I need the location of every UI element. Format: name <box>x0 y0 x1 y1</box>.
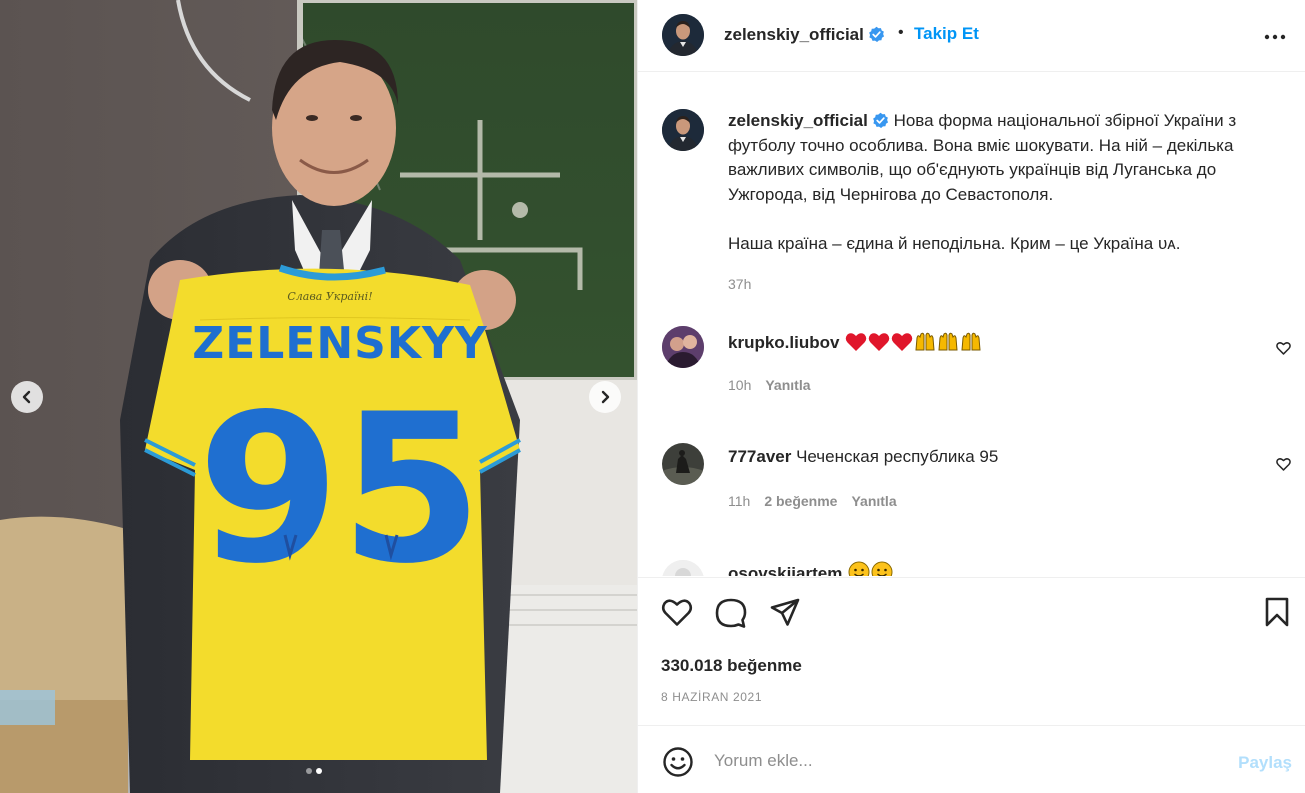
comment-body: osovskiiartem <box>728 561 893 576</box>
save-bookmark-icon[interactable] <box>1265 597 1289 627</box>
red-heart-icon <box>868 333 890 351</box>
like-comment-heart-icon[interactable] <box>1276 341 1291 355</box>
comment-time[interactable]: 11h <box>728 493 750 509</box>
follow-button[interactable]: Takip Et <box>914 24 979 44</box>
author-username[interactable]: zelenskiy_official <box>724 25 864 44</box>
comment-body: krupko.liubov <box>728 330 982 353</box>
chevron-left-icon <box>22 390 31 404</box>
caption-avatar-image <box>662 109 704 151</box>
smiley-icon <box>871 561 893 576</box>
comment-likes-count[interactable]: 2 beğenme <box>764 493 837 509</box>
like-comment-heart-icon[interactable] <box>1276 457 1291 471</box>
caption-username[interactable]: zelenskiy_official <box>728 111 868 130</box>
more-options-icon[interactable] <box>1264 26 1286 48</box>
jersey-number: 95 <box>197 371 482 609</box>
reply-button[interactable]: Yanıtla <box>765 377 810 393</box>
comment-username[interactable]: krupko.liubov <box>728 333 839 352</box>
caption-text-2: Наша країна – єдина й неподільна. Крим –… <box>728 234 1181 253</box>
post-photo: Слава Україні! ZELENSKYY 95 <box>0 0 637 793</box>
commenter-avatar-image <box>662 560 704 576</box>
comment-time[interactable]: 10h <box>728 377 751 393</box>
commenter-avatar-image <box>662 443 704 485</box>
likes-count[interactable]: 330.018 beğenme <box>661 656 802 676</box>
verified-badge-icon <box>868 26 884 43</box>
header-separator: • <box>898 24 904 41</box>
caption-paragraph-1: zelenskiy_official Нова форма національн… <box>728 109 1288 207</box>
chevron-right-icon <box>601 390 610 404</box>
comment-meta: 10h Yanıtla <box>728 377 811 393</box>
author-avatar-image <box>662 14 704 56</box>
reply-button[interactable]: Yanıtla <box>851 493 896 509</box>
comment-avatar[interactable] <box>662 326 704 368</box>
post-comment-button[interactable]: Paylaş <box>1238 753 1292 773</box>
add-comment-bar: Paylaş <box>638 725 1305 793</box>
comment-username[interactable]: 777aver <box>728 447 791 466</box>
share-paper-plane-icon[interactable] <box>769 597 801 629</box>
verified-badge-icon <box>872 112 888 129</box>
slide-dot-active <box>316 768 322 774</box>
emoji-sequence <box>844 332 982 352</box>
post-media[interactable]: Слава Україні! ZELENSKYY 95 <box>0 0 637 793</box>
slide-indicator <box>306 768 322 774</box>
next-slide-button[interactable] <box>589 381 621 413</box>
post-actions: 330.018 beğenme 8 HAZİRAN 2021 <box>638 577 1305 725</box>
post-date[interactable]: 8 HAZİRAN 2021 <box>661 690 762 704</box>
smiley-icon <box>848 561 870 576</box>
commenter-avatar-image <box>662 326 704 368</box>
comment-avatar[interactable] <box>662 560 704 576</box>
slide-dot <box>306 768 312 774</box>
comment-username[interactable]: osovskiiartem <box>728 564 842 576</box>
red-heart-icon <box>891 333 913 351</box>
like-heart-icon[interactable] <box>661 597 693 627</box>
emoji-picker-icon[interactable] <box>662 746 694 778</box>
comments-list[interactable]: zelenskiy_official Нова форма національн… <box>638 73 1305 576</box>
raising-hands-icon <box>915 332 935 351</box>
raising-hands-icon <box>938 332 958 351</box>
post-header: zelenskiy_official • Takip Et <box>638 0 1305 72</box>
post-panel: zelenskiy_official • Takip Et zelenskiy_… <box>637 0 1305 793</box>
comment-avatar[interactable] <box>662 443 704 485</box>
comment-text: Чеченская республика 95 <box>796 447 999 466</box>
jersey-collar-text: Слава Україні! <box>287 290 372 303</box>
comment-input[interactable] <box>714 748 1214 774</box>
post-caption: zelenskiy_official Нова форма національн… <box>728 109 1288 257</box>
author-avatar[interactable] <box>662 14 704 56</box>
red-heart-icon <box>845 333 867 351</box>
previous-slide-button[interactable] <box>11 381 43 413</box>
raising-hands-icon <box>961 332 981 351</box>
comment-body: 777aver Чеченская республика 95 <box>728 447 998 467</box>
caption-author-avatar[interactable] <box>662 109 704 151</box>
author-name-wrap: zelenskiy_official <box>724 25 885 45</box>
caption-time[interactable]: 37h <box>728 276 751 292</box>
jersey-name: ZELENSKYY <box>192 318 488 369</box>
comment-bubble-icon[interactable] <box>715 597 747 629</box>
comment-meta: 11h 2 beğenme Yanıtla <box>728 493 897 509</box>
